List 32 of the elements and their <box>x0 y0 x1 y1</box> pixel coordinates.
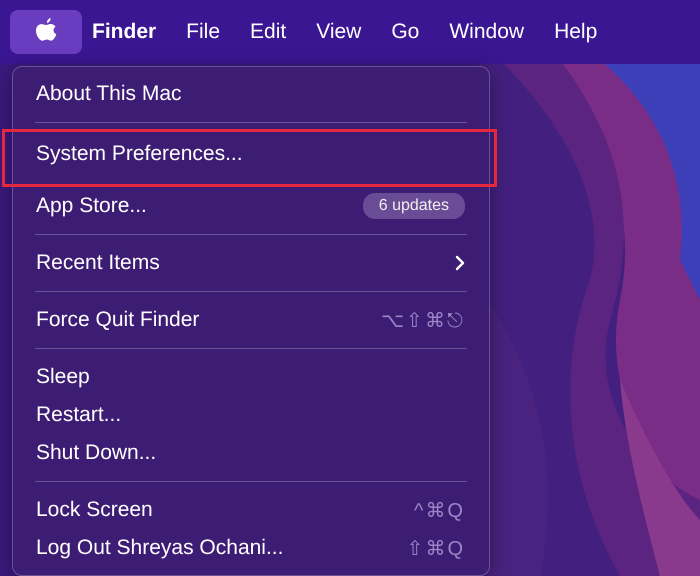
menu-bar-item[interactable]: File <box>174 20 238 44</box>
menu-item[interactable]: Sleep <box>23 358 479 396</box>
menu-item[interactable]: Log Out Shreyas Ochani... ⇧⌘Q <box>23 529 479 567</box>
menu-item[interactable]: Shut Down... <box>23 434 479 472</box>
menu-bar-item[interactable]: Go <box>379 20 438 44</box>
keyboard-shortcut: ⌥⇧⌘⎋ <box>381 308 465 332</box>
menu-item[interactable]: Lock Screen ^⌘Q <box>23 491 479 529</box>
menu-item[interactable]: Force Quit Finder ⌥⇧⌘⎋ <box>23 301 479 339</box>
menu-item-label: App Store... <box>36 194 148 218</box>
menu-item[interactable]: About This Mac <box>23 75 479 113</box>
menu-bar-item[interactable]: View <box>304 20 380 44</box>
menu-bar-item[interactable]: Help <box>542 20 616 44</box>
menu-bar-item[interactable]: Edit <box>238 20 304 44</box>
menu-item[interactable]: App Store... 6 updates <box>23 187 479 225</box>
menu-item[interactable]: System Preferences... <box>2 129 497 187</box>
keyboard-shortcut: ⇧⌘Q <box>406 536 465 560</box>
update-count: 6 updates <box>362 193 465 219</box>
menu-item-label: Force Quit Finder <box>36 308 200 332</box>
menu-bar-item[interactable]: Finder <box>92 20 174 44</box>
menu-item-label: Shut Down... <box>36 441 158 465</box>
menu-item-label: Recent Items <box>36 251 161 275</box>
menu-item[interactable]: Recent Items <box>23 244 479 282</box>
menu-item[interactable]: Restart... <box>23 396 479 434</box>
menu-bar-item[interactable]: Window <box>437 20 542 44</box>
apple-menu-button[interactable] <box>10 10 82 54</box>
keyboard-shortcut: ^⌘Q <box>414 498 465 522</box>
menu-item-label: System Preferences... <box>36 142 244 166</box>
menu-item-label: Log Out Shreyas Ochani... <box>36 536 284 560</box>
menu-item-label: About This Mac <box>36 82 183 106</box>
menu-item-label: Restart... <box>36 403 122 427</box>
menu-item-label: Lock Screen <box>36 498 154 522</box>
menu-item-label: Sleep <box>36 365 91 389</box>
